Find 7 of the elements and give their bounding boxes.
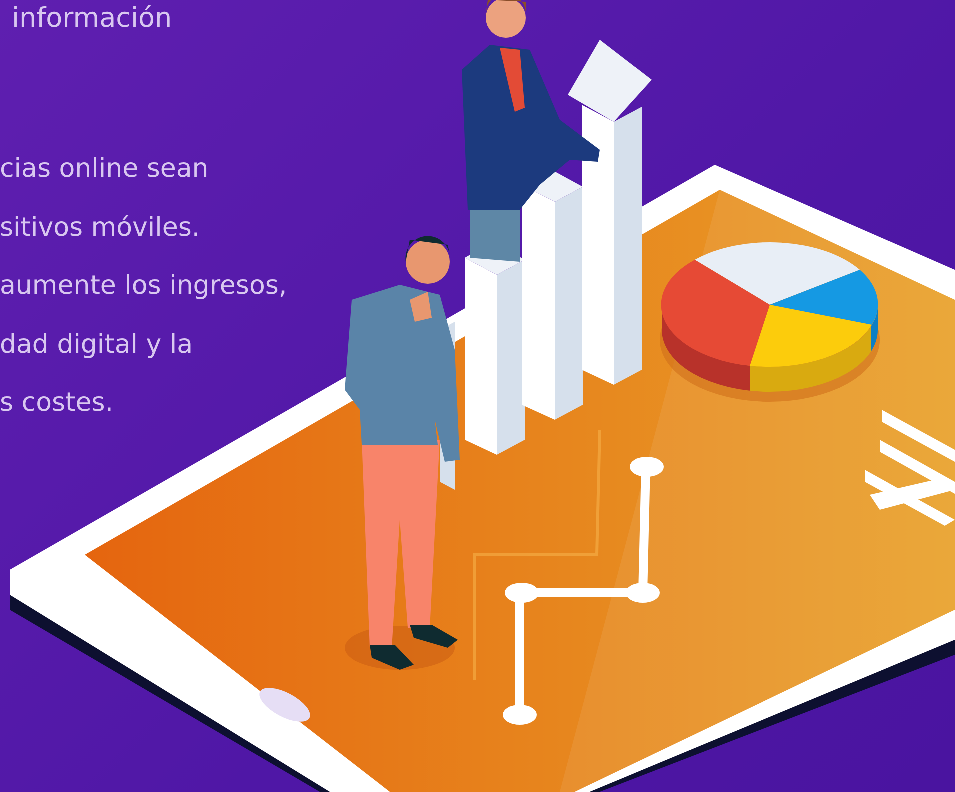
graph-node (626, 583, 660, 603)
graph-node (503, 705, 537, 725)
list-icon (865, 410, 955, 526)
heading-text: información (11, 2, 172, 36)
paragraph-text: cias online sean sitivos móviles. aumente los ingresos, dad digital y la s costes. (0, 153, 288, 420)
graph-node (630, 457, 664, 477)
graph-node (505, 583, 539, 603)
